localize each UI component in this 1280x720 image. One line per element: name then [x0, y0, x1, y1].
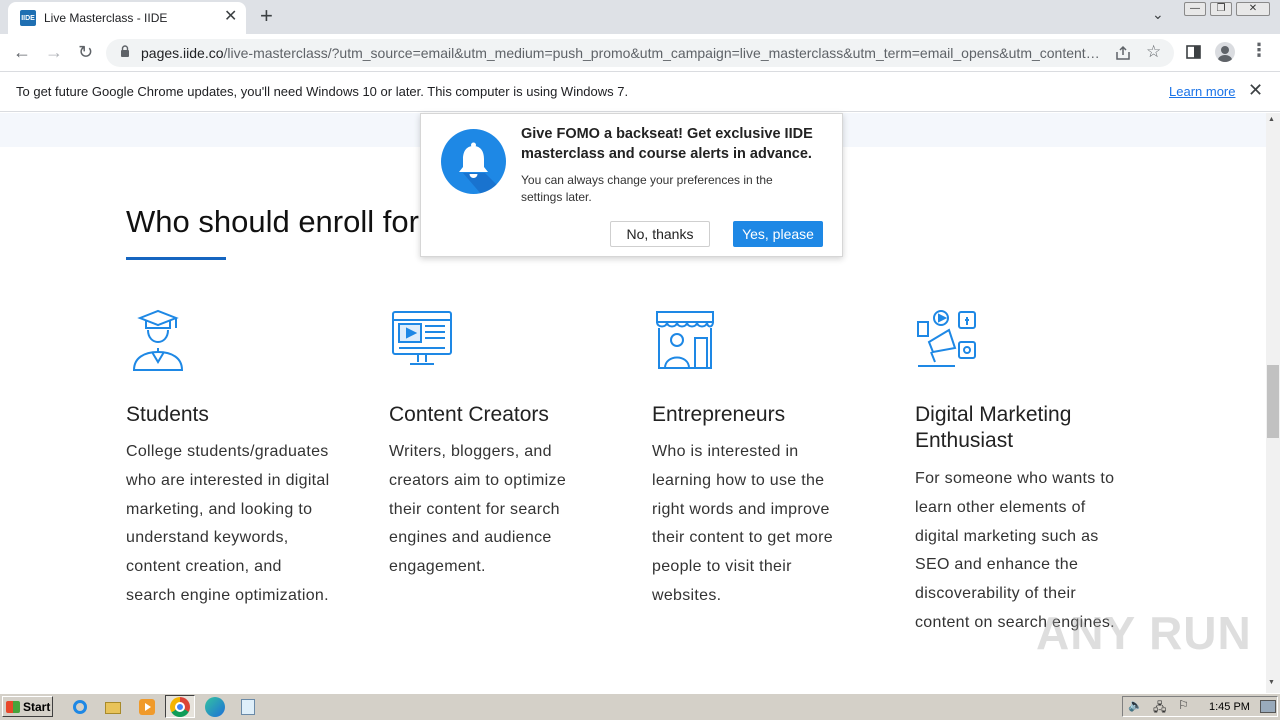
- profile-avatar-icon[interactable]: [1215, 42, 1235, 62]
- tab-search-chevron-icon[interactable]: ⌄: [1152, 6, 1164, 23]
- megaphone-social-icon: [917, 310, 976, 367]
- popup-title: Give FOMO a backseat! Get exclusive IIDE…: [521, 126, 813, 162]
- new-tab-icon[interactable]: +: [260, 5, 273, 27]
- tab-title: Live Masterclass - IIDE: [44, 11, 168, 25]
- file-explorer-icon[interactable]: [103, 697, 123, 717]
- browser-tab[interactable]: IIDE Live Masterclass - IIDE ✕: [8, 2, 246, 34]
- show-desktop-icon[interactable]: [1260, 700, 1276, 713]
- anyrun-watermark: ANY RUN: [1036, 607, 1252, 659]
- column-title-digital-marketing-enthusiast: Digital Marketing Enthusiast: [915, 403, 1072, 452]
- shop-owner-icon: [656, 311, 714, 369]
- action-center-flag-icon[interactable]: ⚐: [1178, 698, 1189, 712]
- scroll-down-arrow-icon[interactable]: ▼: [1268, 679, 1275, 686]
- video-monitor-icon: [392, 311, 452, 365]
- yes-please-button[interactable]: Yes, please: [733, 221, 823, 247]
- column-title-entrepreneurs: Entrepreneurs: [652, 403, 786, 426]
- network-icon[interactable]: 🖧: [1153, 698, 1166, 719]
- column-desc-entrepreneurs: Who is interested in learning how to use…: [652, 443, 833, 604]
- tab-close-icon[interactable]: ✕: [224, 9, 237, 25]
- iide-favicon-icon: IIDE: [20, 10, 36, 26]
- learn-more-link[interactable]: Learn more: [1169, 84, 1235, 99]
- minimize-window-icon[interactable]: —: [1184, 2, 1206, 16]
- start-button[interactable]: Start: [2, 696, 53, 717]
- taskbar-clock[interactable]: 1:45 PM: [1209, 701, 1250, 713]
- popup-subtitle: You can always change your preferences i…: [521, 173, 773, 204]
- close-window-icon[interactable]: ✕: [1236, 2, 1270, 16]
- notepad-icon[interactable]: [238, 697, 258, 717]
- column-desc-students: College students/graduates who are inter…: [126, 443, 330, 604]
- lock-icon: [121, 45, 129, 57]
- bell-icon: [441, 129, 506, 194]
- start-label: Start: [23, 699, 51, 714]
- graduate-icon: [132, 309, 184, 371]
- edge-icon[interactable]: [205, 697, 225, 717]
- side-panel-icon[interactable]: [1186, 45, 1201, 59]
- heading-underline: [126, 257, 226, 260]
- chrome-icon: [170, 697, 190, 717]
- url-text[interactable]: pages.iide.co/live-masterclass/?utm_sour…: [141, 45, 1103, 61]
- scroll-up-arrow-icon[interactable]: ▲: [1268, 116, 1275, 123]
- url-path: /live-masterclass/?utm_source=email&utm_…: [223, 45, 1103, 61]
- windows-logo-icon: [6, 700, 20, 713]
- internet-explorer-icon[interactable]: [70, 697, 90, 717]
- url-host: pages.iide.co: [141, 45, 224, 61]
- reload-icon[interactable]: ↻: [78, 42, 93, 62]
- system-tray: [1122, 696, 1278, 717]
- infobar-close-icon[interactable]: ✕: [1248, 81, 1263, 99]
- column-desc-content-creators: Writers, bloggers, and creators aim to o…: [389, 443, 567, 576]
- column-title-students: Students: [126, 403, 209, 426]
- column-title-content-creators: Content Creators: [389, 403, 549, 426]
- scrollbar-thumb[interactable]: [1267, 365, 1279, 438]
- bookmark-star-icon[interactable]: ☆: [1146, 42, 1161, 62]
- section-heading: Who should enroll for: [126, 204, 419, 239]
- browser-menu-icon[interactable]: ⋮: [1250, 40, 1268, 61]
- no-thanks-button[interactable]: No, thanks: [610, 221, 710, 247]
- media-player-icon[interactable]: [137, 697, 157, 717]
- restore-window-icon[interactable]: ❐: [1210, 2, 1232, 16]
- volume-icon[interactable]: 🔈: [1128, 698, 1143, 712]
- infobar-message: To get future Google Chrome updates, you…: [16, 84, 629, 99]
- back-arrow-icon[interactable]: ←: [13, 42, 31, 62]
- share-icon[interactable]: [1115, 45, 1131, 61]
- forward-arrow-icon[interactable]: →: [45, 42, 63, 62]
